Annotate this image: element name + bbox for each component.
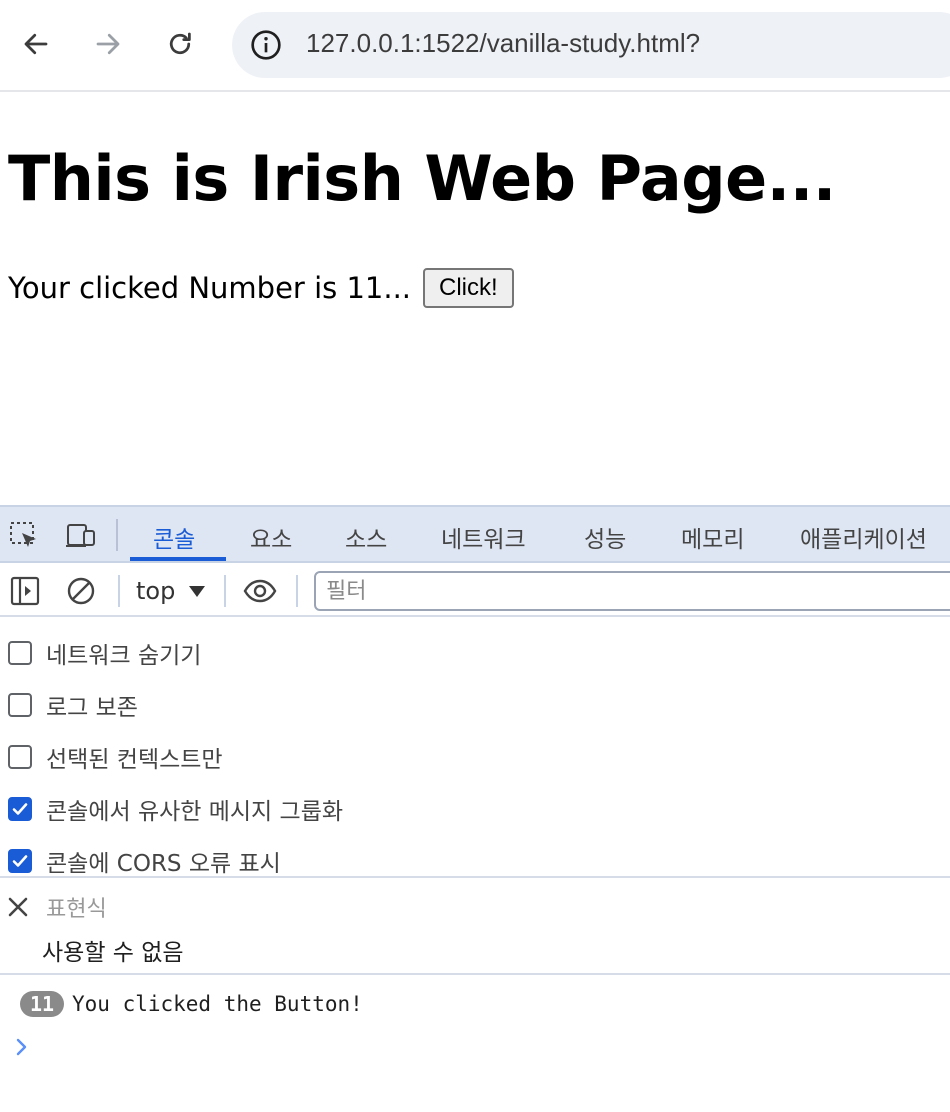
setting-hide-network[interactable]: 네트워크 숨기기 [8,637,201,669]
expression-placeholder[interactable]: 표현식 [46,891,107,923]
expression-value: 사용할 수 없음 [42,940,184,966]
setting-preserve-log[interactable]: 로그 보존 [8,689,138,721]
page-title: This is Irish Web Page... [8,142,836,215]
setting-label: 로그 보존 [46,695,138,721]
tab-console[interactable]: 콘솔 [153,520,195,554]
checkbox[interactable] [8,641,32,665]
live-expression-row[interactable]: 표현식 [6,892,107,922]
setting-show-cors-errors[interactable]: 콘솔에 CORS 오류 표시 [8,845,281,877]
reload-button[interactable] [160,24,200,64]
devtools-tab-bar: 콘솔 요소 소스 네트워크 성능 메모리 애플리케이션 [0,507,950,563]
checkbox-checked[interactable] [8,849,32,873]
browser-toolbar: 127.0.0.1:1522/vanilla-study.html? [0,0,950,92]
console-log-entry: 11 You clicked the Button! [20,989,363,1019]
reload-icon [169,32,191,55]
chevron-down-icon [189,585,206,597]
clear-console-icon[interactable] [64,575,98,607]
live-expression-eye-icon[interactable] [243,575,277,607]
toolbar-divider [224,575,226,607]
divider [0,876,950,878]
checkmark-icon [12,803,28,815]
toolbar-divider [118,575,120,607]
forward-arrow-icon [96,33,120,55]
checkbox[interactable] [8,745,32,769]
divider [0,973,950,975]
tab-sources[interactable]: 소스 [345,520,387,554]
back-button[interactable] [16,24,56,64]
setting-selected-context-only[interactable]: 선택된 컨텍스트만 [8,741,223,773]
setting-group-similar[interactable]: 콘솔에서 유사한 메시지 그룹화 [8,793,343,825]
checkmark-icon [12,855,28,867]
console-toolbar: top [0,565,950,617]
setting-label: 콘솔에서 유사한 메시지 그룹화 [46,799,344,825]
click-button[interactable]: Click! [423,268,514,308]
setting-label: 콘솔에 CORS 오류 표시 [46,851,281,877]
toolbar-divider [116,519,118,551]
inspect-element-icon[interactable] [8,519,42,551]
setting-label: 네트워크 숨기기 [46,643,202,669]
checkbox[interactable] [8,693,32,717]
device-toolbar-icon[interactable] [64,519,98,551]
devtools-panel: 콘솔 요소 소스 네트워크 성능 메모리 애플리케이션 top 네트워크 숨기기 [0,505,950,1112]
active-tab-indicator [130,557,226,561]
context-select-value: top [136,577,176,605]
console-prompt-icon[interactable] [14,1037,30,1057]
log-message: You clicked the Button! [72,992,363,1016]
forward-button[interactable] [88,24,128,64]
tab-application[interactable]: 애플리케이션 [800,520,927,554]
sidebar-toggle-icon[interactable] [8,575,42,607]
checkbox-checked[interactable] [8,797,32,821]
toolbar-divider [296,575,298,607]
setting-label: 선택된 컨텍스트만 [46,747,223,773]
tab-network[interactable]: 네트워크 [441,520,526,554]
url-text[interactable]: 127.0.0.1:1522/vanilla-study.html? [306,28,700,59]
address-bar[interactable]: 127.0.0.1:1522/vanilla-study.html? [232,12,950,78]
click-counter-line: Your clicked Number is 11... Click! [8,268,514,308]
site-info-icon[interactable] [250,29,282,61]
tab-performance[interactable]: 성능 [584,520,626,554]
context-select[interactable]: top [136,575,206,607]
close-icon[interactable] [6,895,30,919]
click-counter-text: Your clicked Number is 11... [8,271,412,305]
filter-input[interactable] [314,571,950,611]
tab-memory[interactable]: 메모리 [681,520,744,554]
back-arrow-icon [24,33,48,55]
repeat-count-badge: 11 [20,991,64,1017]
tab-elements[interactable]: 요소 [250,520,292,554]
